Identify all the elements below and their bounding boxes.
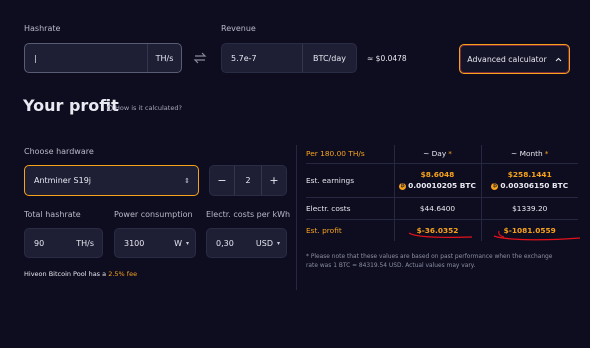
total-hashrate-input[interactable]: 90: [25, 239, 76, 248]
power-unit: W: [174, 238, 182, 248]
day-header-label: ~ Day: [423, 149, 447, 159]
hardware-label: Choose hardware: [24, 147, 94, 156]
earnings-month-usd: $258.1441: [507, 170, 552, 179]
revenue-unit: BTC/day: [302, 44, 356, 72]
pool-note: Hiveon Bitcoin Pool has a 2.5% fee: [24, 270, 137, 278]
earnings-month-btc-row: ₿ 0.00306150 BTC: [482, 181, 579, 190]
revenue-input[interactable]: 5.7e-7: [222, 54, 302, 63]
month-header-label: ~ Month: [511, 149, 543, 159]
earnings-day-btc: 0.00010205 BTC: [408, 181, 476, 190]
hashrate-input[interactable]: |: [25, 54, 147, 63]
costs-day: $44.6400: [394, 197, 482, 220]
profit-title: Your profit: [23, 96, 119, 115]
hashrate-unit: TH/s: [147, 44, 181, 72]
earnings-day: $8.6048 ₿ 0.00010205 BTC: [394, 163, 482, 198]
swap-icon[interactable]: [193, 50, 207, 64]
hashrate-label: Hashrate: [24, 24, 61, 33]
electricity-label: Electr. costs per kWh: [206, 210, 291, 219]
quantity-value[interactable]: 2: [234, 166, 262, 195]
how-calculated-link[interactable]: How is it calculated?: [107, 104, 182, 112]
how-calculated-label: How is it calculated?: [115, 104, 182, 112]
electricity-unit-chevron-icon[interactable]: ▾: [277, 240, 286, 247]
revenue-field[interactable]: 5.7e-7 BTC/day: [221, 43, 357, 73]
power-field[interactable]: 3100 W ▾: [114, 228, 196, 258]
disclaimer: * Please note that these values are base…: [306, 254, 553, 269]
quantity-stepper[interactable]: − 2 +: [209, 165, 287, 196]
advanced-calculator-button[interactable]: Advanced calculator: [459, 44, 570, 74]
sort-icon: ⇕: [184, 176, 190, 185]
pool-note-prefix: Hiveon Bitcoin Pool has a: [24, 270, 107, 278]
revenue-label: Revenue: [221, 24, 256, 33]
costs-month: $1339.20: [481, 197, 578, 220]
total-hashrate-field[interactable]: 90 TH/s: [24, 228, 103, 258]
pool-fee: 2.5% fee: [108, 270, 138, 278]
earnings-month: $258.1441 ₿ 0.00306150 BTC: [481, 163, 579, 198]
table-row: Electr. costs $44.6400 $1339.20: [306, 197, 578, 220]
total-hashrate-unit: TH/s: [76, 238, 94, 248]
power-unit-chevron-icon[interactable]: ▾: [186, 240, 195, 247]
hashrate-field[interactable]: | TH/s: [24, 43, 182, 73]
advanced-calculator-label: Advanced calculator: [467, 54, 547, 64]
electricity-unit: USD: [255, 238, 273, 248]
day-header: ~ Day *: [394, 145, 482, 164]
earnings-day-btc-row: ₿ 0.00010205 BTC: [395, 181, 481, 190]
electricity-field[interactable]: 0,30 USD ▾: [206, 228, 287, 258]
table-row: Est. earnings $8.6048 ₿ 0.00010205 BTC $2…: [306, 163, 579, 198]
red-underline-annotation: [408, 230, 581, 241]
chevron-up-icon: [555, 55, 562, 64]
earnings-day-usd: $8.6048: [420, 170, 455, 179]
revenue-usd: ≈ $0.0478: [367, 54, 407, 63]
electricity-input[interactable]: 0,30: [207, 239, 256, 248]
hardware-selected: Antminer S19j: [34, 176, 91, 185]
section-divider: [296, 145, 297, 290]
power-input[interactable]: 3100: [115, 239, 174, 248]
minus-button[interactable]: −: [210, 166, 234, 195]
table-header-row: Per 180.00 TH/s ~ Day * ~ Month *: [306, 145, 578, 164]
per-hashrate-header: Per 180.00 TH/s: [306, 145, 395, 164]
day-header-star: *: [448, 149, 452, 159]
earnings-label: Est. earnings: [306, 163, 395, 198]
earnings-month-btc: 0.00306150 BTC: [500, 181, 569, 190]
plus-button[interactable]: +: [262, 166, 286, 195]
total-hashrate-label: Total hashrate: [24, 210, 81, 219]
month-header: ~ Month *: [481, 145, 578, 164]
month-header-star: *: [544, 149, 549, 159]
bitcoin-icon: ₿: [399, 182, 407, 190]
hardware-select[interactable]: Antminer S19j ⇕: [24, 165, 199, 196]
power-label: Power consumption: [114, 210, 193, 219]
info-icon: [107, 105, 113, 111]
costs-label: Electr. costs: [306, 197, 395, 220]
bitcoin-icon: ₿: [491, 182, 499, 190]
